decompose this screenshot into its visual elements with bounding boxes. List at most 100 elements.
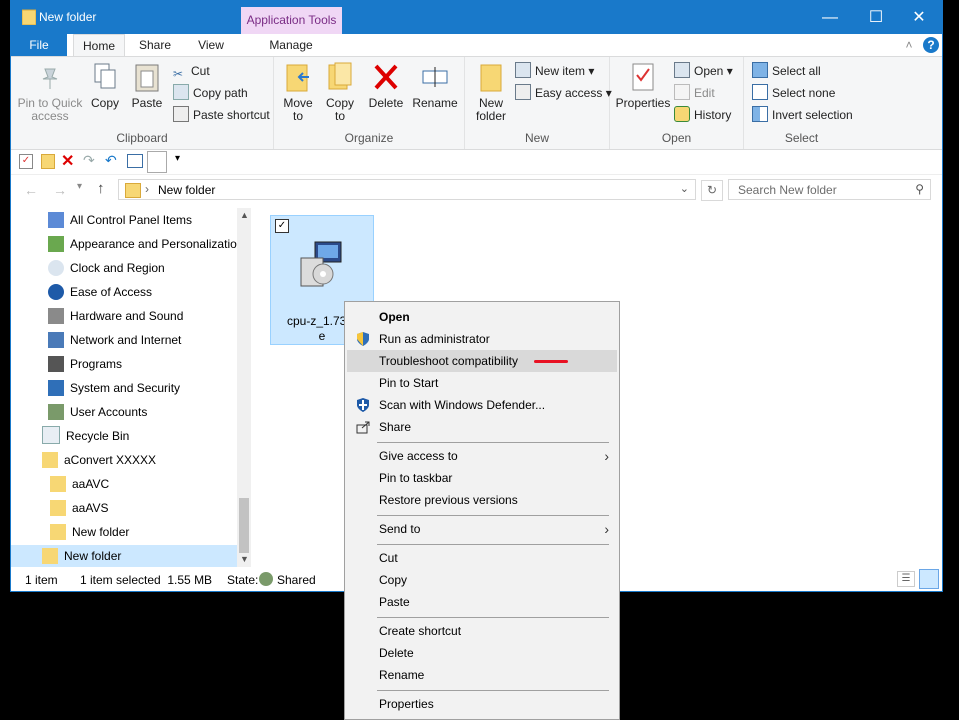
nav-item-system-security[interactable]: System and Security	[48, 377, 180, 399]
invert-selection-icon	[752, 106, 768, 122]
details-view-icon[interactable]: ☰	[897, 571, 915, 587]
undo-icon[interactable]: ↶	[105, 152, 117, 169]
nav-item-recycle-bin[interactable]: Recycle Bin	[42, 425, 129, 447]
menu-label: Delete	[379, 646, 414, 660]
refresh-icon[interactable]: ↻	[701, 180, 723, 201]
properties-qat-icon[interactable]: ✓	[19, 154, 33, 169]
move-to-button[interactable]: Move to	[280, 61, 316, 123]
select-all-button[interactable]: Select all	[752, 62, 821, 80]
delete-button[interactable]: Delete	[366, 61, 406, 110]
new-item-button[interactable]: New item ▾	[515, 62, 594, 80]
nav-item-clock-region[interactable]: Clock and Region	[48, 257, 165, 279]
pin-quick-access-button[interactable]: Pin to Quick access	[17, 61, 83, 123]
menu-troubleshoot-compatibility[interactable]: Troubleshoot compatibility	[347, 350, 617, 372]
menu-open[interactable]: Open	[347, 306, 617, 328]
delete-qat-icon[interactable]: ✕	[61, 151, 74, 171]
qat-blank-button[interactable]	[147, 151, 167, 173]
recent-locations-icon[interactable]: ▾	[77, 181, 82, 192]
new-group: New folder New item ▾ Easy access ▾ New	[465, 57, 612, 149]
scroll-thumb[interactable]	[239, 498, 249, 553]
rename-qat-icon[interactable]	[127, 154, 143, 168]
tab-manage[interactable]: Manage	[263, 34, 319, 56]
nav-item-new-folder-sub[interactable]: New folder	[50, 521, 129, 543]
minimize-button[interactable]: —	[807, 1, 853, 34]
paste-button[interactable]: Paste	[127, 61, 167, 110]
tab-share[interactable]: Share	[135, 34, 175, 56]
close-button[interactable]: ✕	[896, 1, 942, 34]
rename-button[interactable]: Rename	[412, 61, 458, 110]
easy-access-button[interactable]: Easy access ▾	[515, 84, 612, 102]
redo-icon[interactable]: ↷	[83, 152, 95, 169]
scroll-down-icon[interactable]: ▼	[240, 554, 249, 564]
nav-item-new-folder-selected[interactable]: New folder	[11, 545, 237, 567]
up-arrow-icon[interactable]: ↑	[97, 180, 105, 197]
menu-label: Troubleshoot compatibility	[379, 354, 518, 368]
menu-pin-to-start[interactable]: Pin to Start	[347, 372, 617, 394]
title-bar[interactable]: New folder Application Tools — ☐ ✕	[11, 1, 942, 34]
menu-rename[interactable]: Rename	[347, 664, 617, 686]
menu-give-access-to[interactable]: Give access to ›	[347, 445, 617, 467]
new-group-label: New	[524, 131, 549, 145]
menu-copy[interactable]: Copy	[347, 569, 617, 591]
nav-item-all-control-panel[interactable]: All Control Panel Items	[48, 209, 192, 231]
cut-button[interactable]: ✂ Cut	[173, 62, 210, 81]
breadcrumb-chevron-icon[interactable]: ›	[145, 182, 149, 196]
edit-button[interactable]: Edit	[674, 84, 715, 102]
menu-delete[interactable]: Delete	[347, 642, 617, 664]
nav-item-ease-of-access[interactable]: Ease of Access	[48, 281, 152, 303]
menu-cut[interactable]: Cut	[347, 547, 617, 569]
paste-shortcut-button[interactable]: Paste shortcut	[173, 106, 270, 124]
customize-qat-icon[interactable]: ▾	[175, 153, 180, 164]
nav-item-aconvert[interactable]: aConvert XXXXX	[42, 449, 156, 471]
new-folder-button[interactable]: New folder	[471, 61, 511, 123]
nav-item-network-internet[interactable]: Network and Internet	[48, 329, 181, 351]
menu-restore-previous-versions[interactable]: Restore previous versions	[347, 489, 617, 511]
menu-properties[interactable]: Properties	[347, 693, 617, 715]
menu-pin-to-taskbar[interactable]: Pin to taskbar	[347, 467, 617, 489]
nav-item-programs[interactable]: Programs	[48, 353, 122, 375]
large-icons-view-icon[interactable]	[919, 569, 939, 589]
tab-home[interactable]: Home	[73, 34, 125, 56]
nav-label: Appearance and Personalizatio	[70, 237, 237, 251]
menu-paste[interactable]: Paste	[347, 591, 617, 613]
defender-icon	[357, 398, 369, 412]
nav-item-aaavc[interactable]: aaAVC	[50, 473, 109, 495]
nav-item-user-accounts[interactable]: User Accounts	[48, 401, 147, 423]
history-button[interactable]: History	[674, 106, 731, 124]
search-input[interactable]: Search New folder ⚲	[728, 179, 931, 200]
nav-scrollbar[interactable]: ▲ ▼	[237, 208, 251, 567]
invert-selection-button[interactable]: Invert selection	[752, 106, 853, 124]
tab-view[interactable]: View	[191, 34, 231, 56]
menu-create-shortcut[interactable]: Create shortcut	[347, 620, 617, 642]
help-icon[interactable]: ?	[923, 37, 939, 53]
properties-button[interactable]: Properties	[614, 61, 672, 110]
copy-to-button[interactable]: Copy to	[322, 61, 358, 123]
shield-icon	[48, 380, 64, 396]
select-none-button[interactable]: Select none	[752, 84, 835, 102]
nav-item-aaavs[interactable]: aaAVS	[50, 497, 108, 519]
open-button[interactable]: Open ▾	[674, 62, 733, 80]
back-arrow-icon[interactable]: ←	[24, 182, 38, 198]
menu-send-to[interactable]: Send to ›	[347, 518, 617, 540]
menu-scan-defender[interactable]: Scan with Windows Defender...	[347, 394, 617, 416]
maximize-button[interactable]: ☐	[853, 1, 899, 34]
forward-arrow-icon[interactable]: →	[53, 182, 67, 198]
folder-icon	[42, 452, 58, 468]
select-all-label: Select all	[772, 64, 821, 78]
item-checkbox[interactable]: ✓	[275, 219, 289, 233]
hardware-icon	[48, 308, 64, 324]
copy-button[interactable]: Copy	[85, 61, 125, 110]
address-dropdown-icon[interactable]: ⌄	[680, 182, 689, 195]
tab-file[interactable]: File	[11, 34, 67, 56]
new-folder-qat-icon[interactable]	[41, 154, 55, 169]
nav-item-appearance[interactable]: Appearance and Personalizatio	[48, 233, 237, 255]
scroll-up-icon[interactable]: ▲	[240, 210, 249, 220]
recycle-bin-icon	[42, 426, 60, 444]
menu-run-as-admin[interactable]: Run as administrator	[347, 328, 617, 350]
folder-icon	[50, 476, 66, 492]
nav-item-hardware-sound[interactable]: Hardware and Sound	[48, 305, 183, 327]
copy-path-button[interactable]: Copy path	[173, 84, 248, 102]
menu-share[interactable]: Share	[347, 416, 617, 438]
collapse-ribbon-icon[interactable]: ˄	[901, 34, 917, 56]
address-bar[interactable]: › New folder ⌄	[118, 179, 696, 200]
